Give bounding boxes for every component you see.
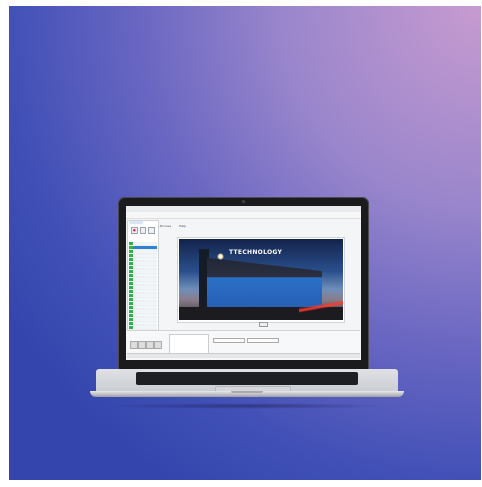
list-toolbar: ● [131, 227, 156, 234]
brand-logo [337, 207, 357, 211]
building [207, 257, 322, 307]
laptop-screen-bezel: File Image Process Help ● [118, 197, 369, 370]
viewer-button[interactable] [259, 322, 268, 327]
tool-icon[interactable] [148, 227, 156, 234]
value-field[interactable] [247, 338, 279, 343]
app-window: File Image Process Help ● [126, 206, 361, 360]
value-field[interactable] [213, 338, 245, 343]
control-button[interactable] [146, 341, 154, 349]
laptop-notch [231, 391, 263, 393]
menu-bar: File Image Process Help [126, 212, 361, 228]
laptop-deck [96, 369, 398, 394]
status-bar [127, 353, 360, 358]
camera-icon [242, 200, 245, 203]
light-trails [299, 301, 343, 315]
thumbnail-strip[interactable] [169, 334, 209, 354]
image-list [129, 242, 157, 330]
image-viewer[interactable]: TTECHNOLOGY [177, 237, 345, 327]
building-photo: TTECHNOLOGY [179, 239, 343, 320]
street-lamp [217, 253, 224, 260]
image-list-panel: ● [127, 220, 159, 332]
bottom-controls [127, 330, 360, 358]
control-button[interactable] [138, 341, 146, 349]
control-button[interactable] [154, 341, 162, 349]
laptop: File Image Process Help ● [90, 197, 404, 410]
tool-icon[interactable] [139, 227, 147, 234]
laptop-base [90, 369, 404, 399]
menu-help[interactable]: Help [179, 224, 186, 228]
tab-images[interactable] [129, 221, 143, 224]
building-sign: TTECHNOLOGY [229, 249, 283, 256]
tool-icon[interactable]: ● [131, 227, 138, 234]
keyboard [136, 372, 358, 385]
laptop-shadow [104, 403, 390, 409]
control-button[interactable] [130, 341, 138, 349]
menu-process[interactable]: Process [160, 224, 171, 228]
